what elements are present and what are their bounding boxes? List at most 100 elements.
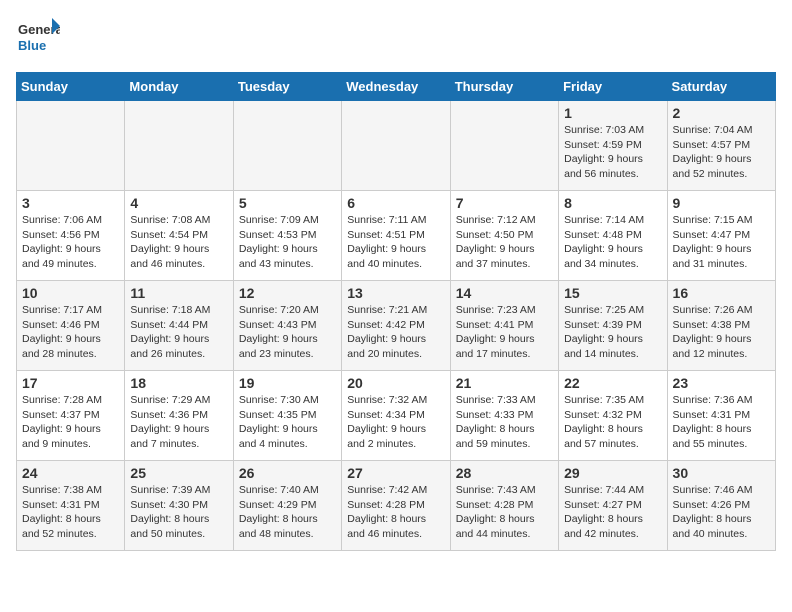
day-info: Sunrise: 7:26 AM Sunset: 4:38 PM Dayligh…: [673, 303, 770, 362]
calendar-cell: 26 Sunrise: 7:40 AM Sunset: 4:29 PM Dayli…: [233, 461, 341, 551]
day-info: Sunrise: 7:25 AM Sunset: 4:39 PM Dayligh…: [564, 303, 661, 362]
calendar-cell: 29 Sunrise: 7:44 AM Sunset: 4:27 PM Dayli…: [559, 461, 667, 551]
calendar-cell: 9 Sunrise: 7:15 AM Sunset: 4:47 PM Daylig…: [667, 191, 775, 281]
day-info: Sunrise: 7:29 AM Sunset: 4:36 PM Dayligh…: [130, 393, 227, 452]
day-number: 27: [347, 465, 444, 481]
day-info: Sunrise: 7:46 AM Sunset: 4:26 PM Dayligh…: [673, 483, 770, 542]
day-info: Sunrise: 7:32 AM Sunset: 4:34 PM Dayligh…: [347, 393, 444, 452]
day-number: 12: [239, 285, 336, 301]
day-info: Sunrise: 7:40 AM Sunset: 4:29 PM Dayligh…: [239, 483, 336, 542]
calendar-cell: 22 Sunrise: 7:35 AM Sunset: 4:32 PM Dayli…: [559, 371, 667, 461]
day-info: Sunrise: 7:44 AM Sunset: 4:27 PM Dayligh…: [564, 483, 661, 542]
calendar-cell: 15 Sunrise: 7:25 AM Sunset: 4:39 PM Dayli…: [559, 281, 667, 371]
day-number: 20: [347, 375, 444, 391]
calendar-cell: 30 Sunrise: 7:46 AM Sunset: 4:26 PM Dayli…: [667, 461, 775, 551]
day-info: Sunrise: 7:08 AM Sunset: 4:54 PM Dayligh…: [130, 213, 227, 272]
calendar-cell: [342, 101, 450, 191]
day-info: Sunrise: 7:33 AM Sunset: 4:33 PM Dayligh…: [456, 393, 553, 452]
day-number: 26: [239, 465, 336, 481]
day-number: 25: [130, 465, 227, 481]
calendar-cell: 21 Sunrise: 7:33 AM Sunset: 4:33 PM Dayli…: [450, 371, 558, 461]
day-number: 11: [130, 285, 227, 301]
calendar-cell: 17 Sunrise: 7:28 AM Sunset: 4:37 PM Dayli…: [17, 371, 125, 461]
calendar-cell: 23 Sunrise: 7:36 AM Sunset: 4:31 PM Dayli…: [667, 371, 775, 461]
calendar-cell: 27 Sunrise: 7:42 AM Sunset: 4:28 PM Dayli…: [342, 461, 450, 551]
day-number: 7: [456, 195, 553, 211]
day-info: Sunrise: 7:18 AM Sunset: 4:44 PM Dayligh…: [130, 303, 227, 362]
calendar-cell: 6 Sunrise: 7:11 AM Sunset: 4:51 PM Daylig…: [342, 191, 450, 281]
day-number: 3: [22, 195, 119, 211]
day-info: Sunrise: 7:28 AM Sunset: 4:37 PM Dayligh…: [22, 393, 119, 452]
calendar-cell: 5 Sunrise: 7:09 AM Sunset: 4:53 PM Daylig…: [233, 191, 341, 281]
day-number: 14: [456, 285, 553, 301]
calendar-cell: [125, 101, 233, 191]
calendar-cell: 1 Sunrise: 7:03 AM Sunset: 4:59 PM Daylig…: [559, 101, 667, 191]
day-number: 10: [22, 285, 119, 301]
calendar-cell: [450, 101, 558, 191]
day-info: Sunrise: 7:30 AM Sunset: 4:35 PM Dayligh…: [239, 393, 336, 452]
day-number: 16: [673, 285, 770, 301]
day-number: 29: [564, 465, 661, 481]
calendar-cell: 7 Sunrise: 7:12 AM Sunset: 4:50 PM Daylig…: [450, 191, 558, 281]
day-info: Sunrise: 7:04 AM Sunset: 4:57 PM Dayligh…: [673, 123, 770, 182]
day-info: Sunrise: 7:15 AM Sunset: 4:47 PM Dayligh…: [673, 213, 770, 272]
day-number: 15: [564, 285, 661, 301]
weekday-header-monday: Monday: [125, 73, 233, 101]
day-number: 5: [239, 195, 336, 211]
day-info: Sunrise: 7:35 AM Sunset: 4:32 PM Dayligh…: [564, 393, 661, 452]
day-info: Sunrise: 7:42 AM Sunset: 4:28 PM Dayligh…: [347, 483, 444, 542]
weekday-header-wednesday: Wednesday: [342, 73, 450, 101]
day-number: 6: [347, 195, 444, 211]
day-info: Sunrise: 7:20 AM Sunset: 4:43 PM Dayligh…: [239, 303, 336, 362]
calendar-cell: 28 Sunrise: 7:43 AM Sunset: 4:28 PM Dayli…: [450, 461, 558, 551]
calendar-cell: 4Sunrise: 7:08 AM Sunset: 4:54 PM Daylig…: [125, 191, 233, 281]
day-info: Sunrise: 7:03 AM Sunset: 4:59 PM Dayligh…: [564, 123, 661, 182]
day-number: 24: [22, 465, 119, 481]
day-number: 13: [347, 285, 444, 301]
day-number: 19: [239, 375, 336, 391]
day-info: Sunrise: 7:23 AM Sunset: 4:41 PM Dayligh…: [456, 303, 553, 362]
calendar-cell: 10 Sunrise: 7:17 AM Sunset: 4:46 PM Dayli…: [17, 281, 125, 371]
day-number: 17: [22, 375, 119, 391]
day-number: 1: [564, 105, 661, 121]
day-number: 23: [673, 375, 770, 391]
logo: General Blue: [16, 16, 60, 60]
logo-svg: General Blue: [16, 16, 60, 60]
calendar-cell: 20 Sunrise: 7:32 AM Sunset: 4:34 PM Dayli…: [342, 371, 450, 461]
day-number: 22: [564, 375, 661, 391]
calendar-cell: 8 Sunrise: 7:14 AM Sunset: 4:48 PM Daylig…: [559, 191, 667, 281]
day-info: Sunrise: 7:38 AM Sunset: 4:31 PM Dayligh…: [22, 483, 119, 542]
calendar-cell: 24 Sunrise: 7:38 AM Sunset: 4:31 PM Dayli…: [17, 461, 125, 551]
calendar-cell: 16 Sunrise: 7:26 AM Sunset: 4:38 PM Dayli…: [667, 281, 775, 371]
calendar-cell: [17, 101, 125, 191]
calendar-cell: [233, 101, 341, 191]
day-number: 28: [456, 465, 553, 481]
calendar-cell: 19 Sunrise: 7:30 AM Sunset: 4:35 PM Dayli…: [233, 371, 341, 461]
calendar-cell: 12 Sunrise: 7:20 AM Sunset: 4:43 PM Dayli…: [233, 281, 341, 371]
calendar-cell: 13 Sunrise: 7:21 AM Sunset: 4:42 PM Dayli…: [342, 281, 450, 371]
day-info: Sunrise: 7:12 AM Sunset: 4:50 PM Dayligh…: [456, 213, 553, 272]
day-info: Sunrise: 7:14 AM Sunset: 4:48 PM Dayligh…: [564, 213, 661, 272]
day-number: 9: [673, 195, 770, 211]
weekday-header-sunday: Sunday: [17, 73, 125, 101]
calendar-cell: 18Sunrise: 7:29 AM Sunset: 4:36 PM Dayli…: [125, 371, 233, 461]
day-info: Sunrise: 7:06 AM Sunset: 4:56 PM Dayligh…: [22, 213, 119, 272]
day-info: Sunrise: 7:09 AM Sunset: 4:53 PM Dayligh…: [239, 213, 336, 272]
page-header: General Blue: [16, 16, 776, 60]
day-info: Sunrise: 7:43 AM Sunset: 4:28 PM Dayligh…: [456, 483, 553, 542]
calendar-cell: 11 Sunrise: 7:18 AM Sunset: 4:44 PM Dayli…: [125, 281, 233, 371]
day-info: Sunrise: 7:17 AM Sunset: 4:46 PM Dayligh…: [22, 303, 119, 362]
day-number: 21: [456, 375, 553, 391]
calendar-cell: 25 Sunrise: 7:39 AM Sunset: 4:30 PM Dayli…: [125, 461, 233, 551]
calendar-table: SundayMondayTuesdayWednesdayThursdayFrid…: [16, 72, 776, 551]
day-number: 8: [564, 195, 661, 211]
day-number: 30: [673, 465, 770, 481]
calendar-cell: 14 Sunrise: 7:23 AM Sunset: 4:41 PM Dayli…: [450, 281, 558, 371]
day-info: Sunrise: 7:36 AM Sunset: 4:31 PM Dayligh…: [673, 393, 770, 452]
weekday-header-friday: Friday: [559, 73, 667, 101]
calendar-cell: 3 Sunrise: 7:06 AM Sunset: 4:56 PM Daylig…: [17, 191, 125, 281]
calendar-cell: 2Sunrise: 7:04 AM Sunset: 4:57 PM Daylig…: [667, 101, 775, 191]
day-info: Sunrise: 7:11 AM Sunset: 4:51 PM Dayligh…: [347, 213, 444, 272]
day-info: Sunrise: 7:21 AM Sunset: 4:42 PM Dayligh…: [347, 303, 444, 362]
day-info: Sunrise: 7:39 AM Sunset: 4:30 PM Dayligh…: [130, 483, 227, 542]
